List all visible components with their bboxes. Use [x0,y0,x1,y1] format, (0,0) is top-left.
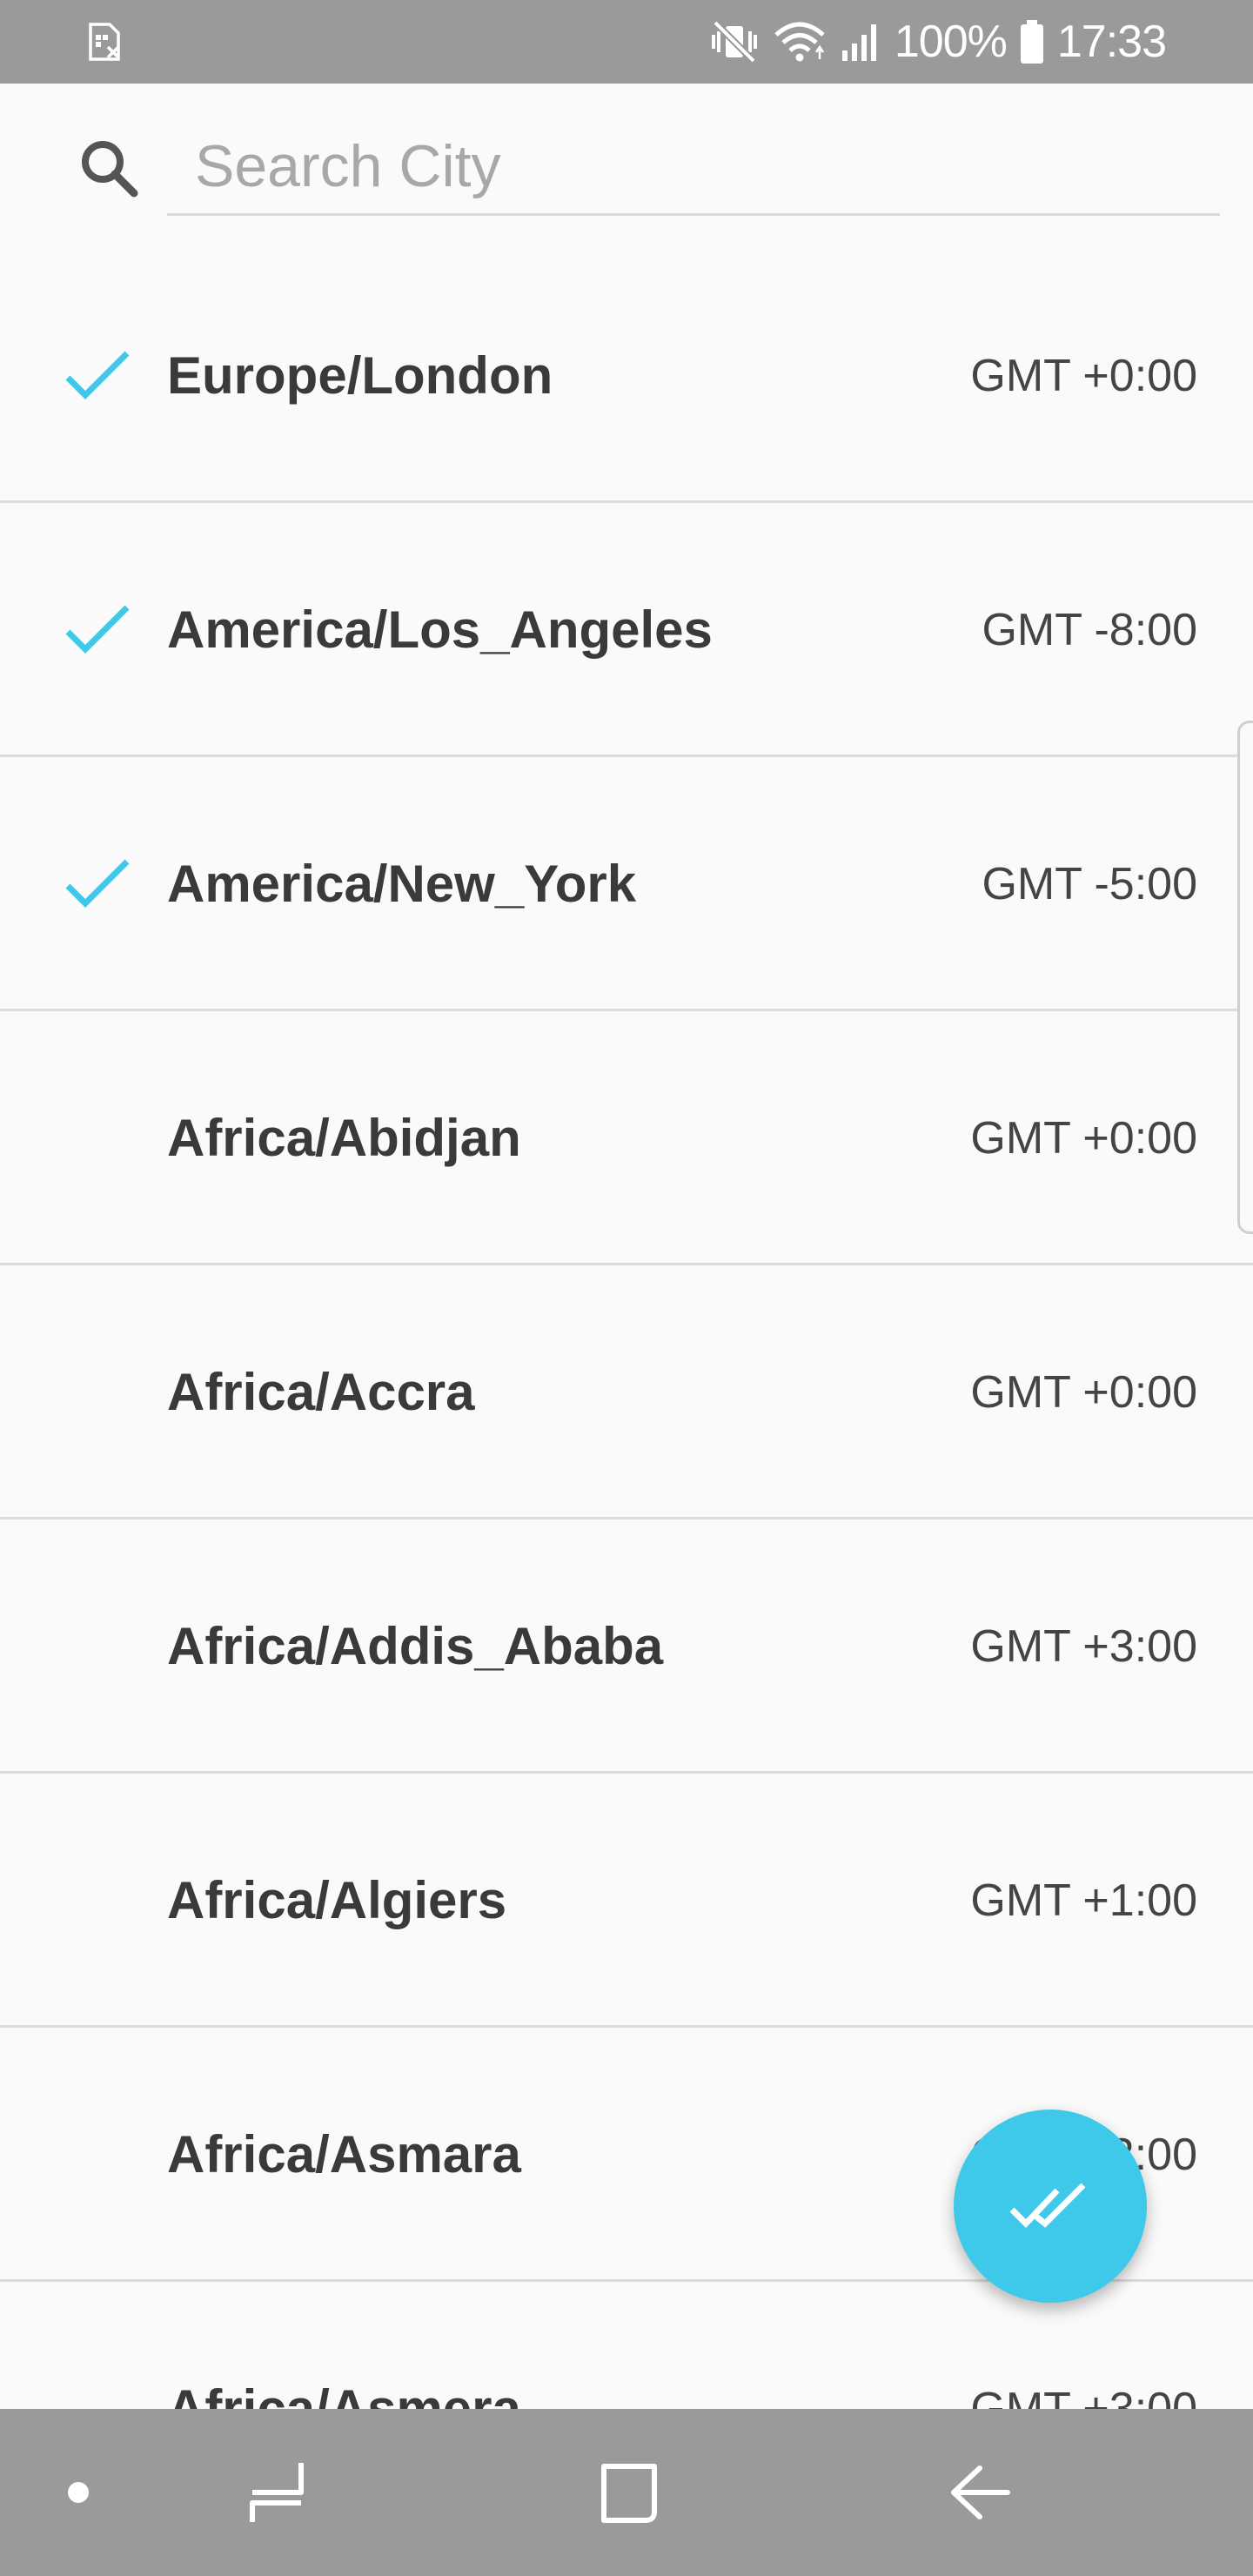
search-icon [82,141,138,198]
home-icon[interactable] [597,2458,661,2527]
timezone-city: Africa/Addis_Ababa [167,1617,664,1675]
nav-dot-icon[interactable] [68,2482,89,2503]
sim-card-off-icon [89,23,120,61]
timezone-row[interactable]: America/New_York GMT -5:00 [0,757,1253,1011]
timezone-city: Africa/Abidjan [167,1109,521,1167]
scroll-indicator[interactable] [1237,721,1253,1234]
timezone-offset: GMT +0:00 [970,1113,1197,1164]
timezone-row[interactable]: Africa/Accra GMT +0:00 [0,1265,1253,1519]
timezone-offset: GMT -8:00 [982,605,1197,655]
check-icon [65,351,130,399]
battery-percent: 100% [894,17,1008,67]
status-icons: 100% 17:33 [708,0,1167,84]
timezone-offset: GMT +0:00 [970,351,1197,401]
check-icon [65,859,130,908]
timezone-city: America/Los_Angeles [167,600,713,659]
back-icon[interactable] [945,2458,1015,2527]
timezone-offset: GMT +1:00 [970,1875,1197,1926]
vibrate-mute-icon [711,20,757,64]
status-bar: 100% 17:33 [0,0,1253,84]
recent-apps-icon[interactable] [244,2458,313,2527]
double-check-icon [1009,2183,1086,2229]
wifi-icon [774,22,825,62]
timezone-city: Africa/Accra [167,1363,475,1421]
timezone-offset: GMT +0:00 [970,1367,1197,1418]
search-bar [0,84,1253,249]
timezone-city: Africa/Asmara [167,2125,521,2184]
timezone-row[interactable]: America/Los_Angeles GMT -8:00 [0,503,1253,757]
signal-icon [841,24,876,61]
check-icon [65,605,130,654]
timezone-city: Europe/London [167,346,553,405]
timezone-row[interactable]: Africa/Abidjan GMT +0:00 [0,1011,1253,1265]
timezone-city: America/New_York [167,855,637,913]
navigation-bar [0,2409,1253,2576]
confirm-fab-button[interactable] [954,2110,1147,2303]
status-time: 17:33 [1056,17,1167,67]
timezone-offset: GMT -5:00 [982,859,1197,909]
timezone-row[interactable]: Africa/Addis_Ababa GMT +3:00 [0,1519,1253,1774]
timezone-picker-screen: 100% 17:33 Europe/London GMT +0:00 [0,0,1253,2576]
timezone-row[interactable]: Africa/Algiers GMT +1:00 [0,1774,1253,2028]
search-input[interactable] [167,118,1220,216]
timezone-city: Africa/Algiers [167,1871,507,1929]
battery-icon [1020,20,1043,64]
timezone-row[interactable]: Europe/London GMT +0:00 [0,249,1253,503]
timezone-offset: GMT +3:00 [970,1621,1197,1672]
